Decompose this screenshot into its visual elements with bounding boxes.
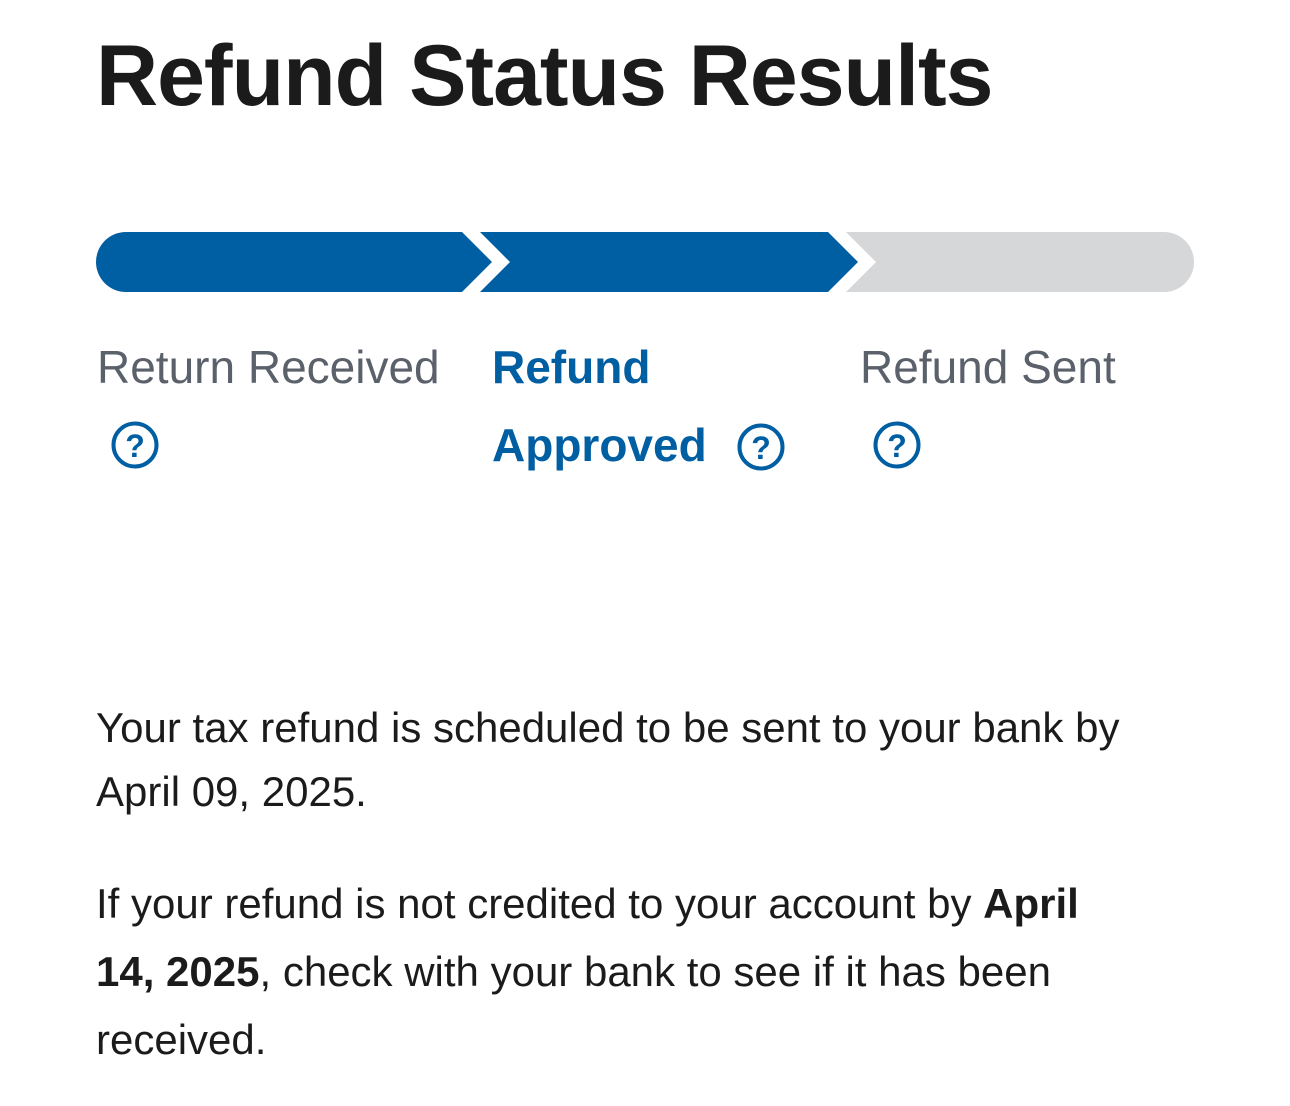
step-label-return-received: Return Received (97, 341, 440, 393)
progress-segment-return-received (96, 232, 492, 292)
svg-text:?: ? (751, 430, 771, 466)
progress-segment-refund-sent (846, 232, 1194, 292)
refund-progress-bar (96, 232, 1194, 292)
credit-message-suffix-line3: received. (96, 1016, 267, 1063)
credit-date-part2: 14, 2025 (96, 948, 260, 995)
credit-date-part1: April (983, 880, 1079, 927)
step-label-refund-approved-line1: Refund (492, 341, 651, 393)
question-circle-icon[interactable]: ? (873, 421, 921, 469)
svg-text:?: ? (125, 428, 145, 464)
credit-message: If your refund is not credited to your a… (96, 870, 1196, 1074)
credit-message-suffix-line2: , check with your bank to see if it has … (259, 948, 1051, 995)
question-circle-icon[interactable]: ? (737, 423, 785, 471)
credit-message-prefix: If your refund is not credited to your a… (96, 880, 984, 927)
schedule-message: Your tax refund is scheduled to be sent … (96, 696, 1196, 824)
step-label-refund-approved-line2: Approved (492, 419, 707, 471)
schedule-message-line1: Your tax refund is scheduled to be sent … (96, 704, 1120, 751)
schedule-message-line2: April 09, 2025. (96, 768, 367, 815)
svg-text:?: ? (887, 428, 907, 464)
step-label-refund-sent: Refund Sent (860, 341, 1116, 393)
question-circle-icon[interactable]: ? (111, 421, 159, 469)
page-title: Refund Status Results (96, 28, 993, 124)
progress-segment-refund-approved (480, 232, 858, 292)
